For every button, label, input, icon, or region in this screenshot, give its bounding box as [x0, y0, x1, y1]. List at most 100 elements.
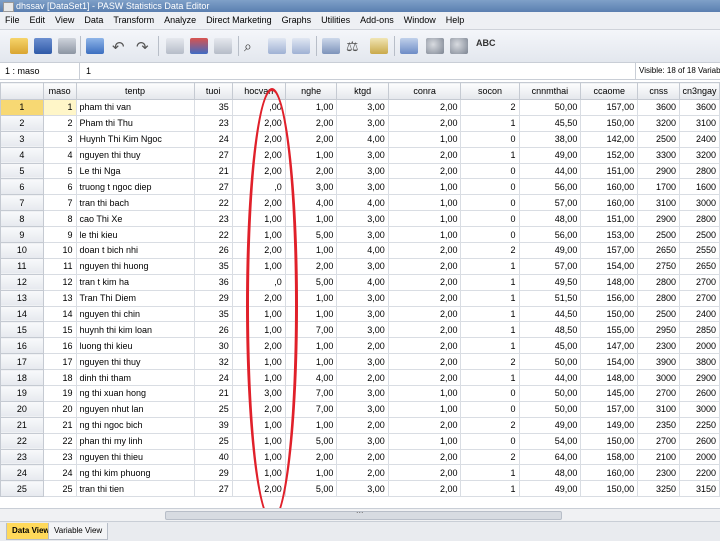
menu-window[interactable]: Window	[399, 12, 441, 29]
corner-cell[interactable]	[0, 82, 44, 100]
cell-tuoi[interactable]: 22	[193, 194, 233, 212]
insert-cases-icon[interactable]	[266, 35, 288, 57]
row-number[interactable]: 14	[0, 305, 44, 323]
cell-ccaome[interactable]: 150,00	[580, 114, 639, 132]
cell-maso[interactable]: 11	[42, 257, 77, 275]
cell-cnnmthai[interactable]: 45,50	[518, 114, 582, 132]
cell-hocvan[interactable]: 2,00	[231, 289, 286, 307]
cell-cn3ngay[interactable]: 2200	[679, 464, 720, 482]
horizontal-scrollbar[interactable]: ...	[0, 505, 720, 521]
cell-cn3ngay[interactable]: 3100	[679, 114, 720, 132]
cell-conra[interactable]: 2,00	[387, 416, 462, 434]
cell-cnnmthai[interactable]: 64,00	[518, 448, 582, 466]
cell-tentp[interactable]: tran thi tien	[75, 480, 195, 498]
cell-maso[interactable]: 2	[42, 114, 77, 132]
cell-maso[interactable]: 1	[42, 99, 77, 116]
cell-ccaome[interactable]: 150,00	[580, 480, 639, 498]
cell-cnnmthai[interactable]: 50,00	[518, 400, 582, 418]
column-header-cnnmthai[interactable]: cnnmthai	[518, 82, 582, 100]
select-cases-icon[interactable]	[368, 35, 390, 57]
value-labels-icon[interactable]	[398, 35, 420, 57]
cell-tentp[interactable]: truong t ngoc diep	[75, 178, 195, 196]
show-sets-icon[interactable]	[448, 35, 470, 57]
cell-nghe[interactable]: 1,00	[284, 416, 338, 434]
cell-tentp[interactable]: cao Thi Xe	[75, 210, 195, 228]
cell-hocvan[interactable]: 2,00	[231, 114, 286, 132]
menu-view[interactable]: View	[50, 12, 79, 29]
cell-cn3ngay[interactable]: 1600	[679, 178, 720, 196]
cell-hocvan[interactable]: 3,00	[231, 385, 286, 402]
row-number[interactable]: 8	[0, 210, 44, 228]
cell-cnss[interactable]: 2950	[637, 321, 681, 339]
row-number[interactable]: 18	[0, 369, 44, 387]
cell-cnss[interactable]: 3200	[637, 114, 681, 132]
cell-tuoi[interactable]: 27	[193, 178, 233, 196]
cell-cn3ngay[interactable]: 2800	[679, 210, 720, 228]
weight-cases-icon[interactable]: ⚖	[344, 35, 366, 57]
menu-data[interactable]: Data	[79, 12, 108, 29]
cell-cnnmthai[interactable]: 50,00	[518, 385, 582, 402]
cell-tentp[interactable]: doan t bich nhi	[75, 242, 195, 259]
print-icon[interactable]	[56, 35, 78, 57]
cell-cn3ngay[interactable]: 2700	[679, 273, 720, 291]
cell-hocvan[interactable]: ,0	[231, 178, 286, 196]
cell-tuoi[interactable]: 21	[193, 385, 233, 402]
cell-conra[interactable]: 2,00	[387, 242, 462, 259]
cell-cnnmthai[interactable]: 44,00	[518, 369, 582, 387]
cell-cnss[interactable]: 2900	[637, 162, 681, 180]
cell-hocvan[interactable]: 1,00	[231, 226, 286, 244]
cell-nghe[interactable]: 5,00	[284, 480, 338, 498]
cell-ccaome[interactable]: 154,00	[580, 353, 639, 371]
cell-hocvan[interactable]: 1,00	[231, 210, 286, 228]
cell-ktgd[interactable]: 3,00	[336, 257, 389, 275]
row-number[interactable]: 13	[0, 289, 44, 307]
cell-cn3ngay[interactable]: 3000	[679, 400, 720, 418]
cell-cnnmthai[interactable]: 38,00	[518, 130, 582, 148]
cell-cnss[interactable]: 2500	[637, 226, 681, 244]
cell-conra[interactable]: 2,00	[387, 321, 462, 339]
cell-conra[interactable]: 2,00	[387, 337, 462, 355]
cell-tuoi[interactable]: 27	[193, 146, 233, 164]
cell-hocvan[interactable]: 2,00	[231, 162, 286, 180]
cell-nghe[interactable]: 7,00	[284, 400, 338, 418]
cell-cn3ngay[interactable]: 2550	[679, 242, 720, 259]
cell-ccaome[interactable]: 148,00	[580, 369, 639, 387]
cell-maso[interactable]: 17	[42, 353, 77, 371]
variables-icon[interactable]	[212, 35, 234, 57]
cell-nghe[interactable]: 2,00	[284, 162, 338, 180]
row-number[interactable]: 5	[0, 162, 44, 180]
cell-cn3ngay[interactable]: 2250	[679, 416, 720, 434]
row-number[interactable]: 19	[0, 385, 44, 402]
cell-nghe[interactable]: 2,00	[284, 114, 338, 132]
cell-nghe[interactable]: 1,00	[284, 464, 338, 482]
cell-tuoi[interactable]: 25	[193, 432, 233, 450]
cell-cnss[interactable]: 3000	[637, 369, 681, 387]
cell-socon[interactable]: 0	[460, 226, 520, 244]
cell-hocvan[interactable]: ,0	[231, 273, 286, 291]
cell-cnss[interactable]: 2900	[637, 210, 681, 228]
cell-tentp[interactable]: tran thi bach	[75, 194, 195, 212]
cell-ccaome[interactable]: 155,00	[580, 321, 639, 339]
cell-cn3ngay[interactable]: 3800	[679, 353, 720, 371]
cell-cnnmthai[interactable]: 44,00	[518, 162, 582, 180]
cell-ktgd[interactable]: 3,00	[336, 146, 389, 164]
row-number[interactable]: 9	[0, 226, 44, 244]
cell-maso[interactable]: 19	[42, 385, 77, 402]
menu-edit[interactable]: Edit	[25, 12, 51, 29]
column-header-tentp[interactable]: tentp	[75, 82, 195, 100]
cell-conra[interactable]: 1,00	[387, 130, 462, 148]
cell-hocvan[interactable]: 2,00	[231, 194, 286, 212]
cell-nghe[interactable]: 7,00	[284, 321, 338, 339]
column-header-cn3ngay[interactable]: cn3ngay	[679, 82, 720, 100]
cell-cn3ngay[interactable]: 3200	[679, 146, 720, 164]
cell-cn3ngay[interactable]: 2900	[679, 369, 720, 387]
recall-dialog-icon[interactable]	[84, 35, 106, 57]
cell-ccaome[interactable]: 153,00	[580, 226, 639, 244]
cell-nghe[interactable]: 2,00	[284, 448, 338, 466]
cell-hocvan[interactable]: 2,00	[231, 130, 286, 148]
row-number[interactable]: 20	[0, 400, 44, 418]
cell-cnss[interactable]: 2500	[637, 130, 681, 148]
cell-ktgd[interactable]: 2,00	[336, 448, 389, 466]
cell-maso[interactable]: 24	[42, 464, 77, 482]
cell-tuoi[interactable]: 29	[193, 289, 233, 307]
